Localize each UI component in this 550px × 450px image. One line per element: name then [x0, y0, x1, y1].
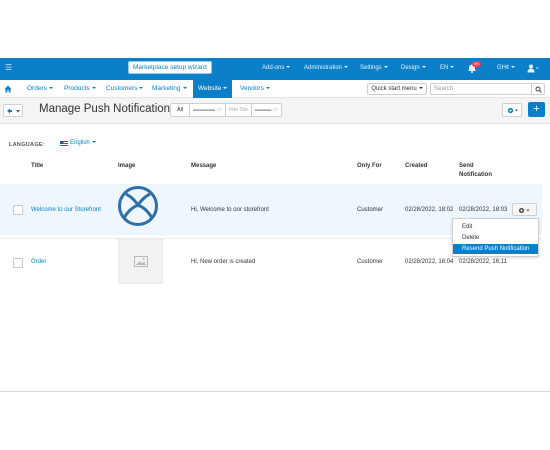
row-title-link[interactable]: Welcome to our Storefront — [31, 207, 101, 213]
chevron-down-icon — [418, 87, 423, 90]
page-title: Manage Push Notification — [39, 103, 171, 115]
arrow-left-icon — [7, 108, 20, 114]
row-title-link[interactable]: Order — [31, 259, 46, 265]
nav-website[interactable]: Website — [193, 80, 233, 98]
chevron-down-icon — [139, 87, 144, 90]
marketplace-wizard-button[interactable]: Marketplace setup wizard — [128, 61, 212, 74]
image-placeholder — [118, 239, 163, 284]
chevron-down-icon — [182, 87, 187, 90]
row-actions-button[interactable] — [512, 203, 537, 216]
menu-item-resend[interactable]: Resend Push Notification — [453, 244, 538, 254]
top-item-design[interactable]: Design — [401, 65, 426, 71]
nav-marketing[interactable]: Marketing — [152, 85, 187, 92]
search-input[interactable]: Search — [430, 83, 532, 95]
header-image: Image — [118, 163, 136, 169]
nav-customers[interactable]: Customers — [106, 85, 144, 92]
add-button[interactable]: + — [528, 102, 545, 117]
storefront-filter: All ▬▬▬▬ ▭ Into Sto ▬▬▬ ▭ — [170, 103, 283, 117]
row-message: Hi, New order is created — [191, 259, 256, 265]
top-item-administration[interactable]: Administration — [304, 65, 349, 71]
row-send: 02/28/2022, 18:03 — [459, 207, 508, 213]
header-send-notification: Send Notification — [459, 163, 492, 178]
main-nav: Orders Products Customers Marketing Webs… — [0, 80, 550, 98]
chevron-down-icon — [91, 87, 96, 90]
header-title: Title — [31, 163, 44, 169]
row-checkbox[interactable] — [13, 258, 23, 268]
screen: ☰ Marketplace setup wizard Add-ons Admin… — [0, 0, 550, 450]
header-only-for: Only For — [357, 163, 382, 169]
row-actions-menu: Edit Delete Resend Push Notification — [452, 218, 539, 257]
row-checkbox[interactable] — [13, 205, 23, 215]
admin-window: ☰ Marketplace setup wizard Add-ons Admin… — [0, 58, 550, 392]
row-only-for: Customer — [357, 207, 384, 213]
language-select[interactable]: English — [70, 140, 96, 146]
header-created: Created — [405, 163, 428, 169]
filter-option[interactable]: Into Sto — [224, 103, 252, 117]
user-icon[interactable] — [527, 64, 539, 73]
xbox-logo-image — [118, 186, 158, 226]
filter-option[interactable]: ▬▬▬▬ ▭ — [189, 103, 226, 117]
plus-icon: + — [533, 103, 540, 115]
top-item-addons[interactable]: Add-ons — [262, 65, 291, 71]
nav-products[interactable]: Products — [64, 85, 96, 92]
chevron-down-icon — [91, 141, 96, 144]
chevron-down-icon — [48, 87, 53, 90]
search-icon — [535, 86, 542, 93]
row-send: 02/28/2022, 16:11 — [459, 259, 507, 265]
flag-icon — [60, 141, 68, 146]
filter-all[interactable]: All — [170, 103, 191, 117]
menu-icon[interactable]: ☰ — [5, 63, 12, 72]
gear-icon — [518, 207, 530, 214]
title-bar: Manage Push Notification All ▬▬▬▬ ▭ Into… — [0, 98, 550, 124]
chevron-down-icon — [450, 66, 455, 69]
menu-item-edit[interactable]: Edit — [453, 222, 538, 232]
chevron-down-icon — [383, 66, 388, 69]
search-button[interactable] — [531, 83, 545, 95]
header-message: Message — [191, 163, 217, 169]
top-item-currency[interactable]: GH¢ — [497, 65, 516, 71]
chevron-down-icon — [421, 66, 426, 69]
language-label: LANGUAGE: — [9, 142, 46, 148]
back-button[interactable] — [3, 104, 23, 117]
top-item-settings[interactable]: Settings — [360, 65, 388, 71]
nav-vendors[interactable]: Vendors — [240, 85, 270, 92]
row-message: Hi, Welcome to oor storefront — [191, 207, 269, 213]
notification-badge: 99 — [472, 61, 481, 67]
menu-item-delete[interactable]: Delete — [453, 233, 538, 243]
row-created: 02/28/2022, 18:02 — [405, 207, 454, 213]
gear-icon — [507, 107, 518, 114]
quick-start-menu-button[interactable]: Quick start menu — [367, 83, 427, 95]
filter-option[interactable]: ▬▬▬ ▭ — [250, 103, 283, 117]
chevron-down-icon — [344, 66, 349, 69]
top-bar: ☰ Marketplace setup wizard Add-ons Admin… — [0, 58, 550, 80]
row-only-for: Customer — [357, 259, 384, 265]
settings-button[interactable] — [502, 103, 522, 117]
chevron-down-icon — [286, 66, 291, 69]
chevron-down-icon — [265, 87, 270, 90]
chevron-down-icon — [511, 66, 516, 69]
row-created: 02/28/2022, 16:04 — [405, 259, 454, 265]
nav-orders[interactable]: Orders — [27, 85, 53, 92]
top-item-language[interactable]: EN — [440, 65, 455, 71]
home-icon[interactable] — [3, 84, 13, 94]
image-icon — [134, 256, 148, 267]
chevron-down-icon — [223, 87, 228, 90]
